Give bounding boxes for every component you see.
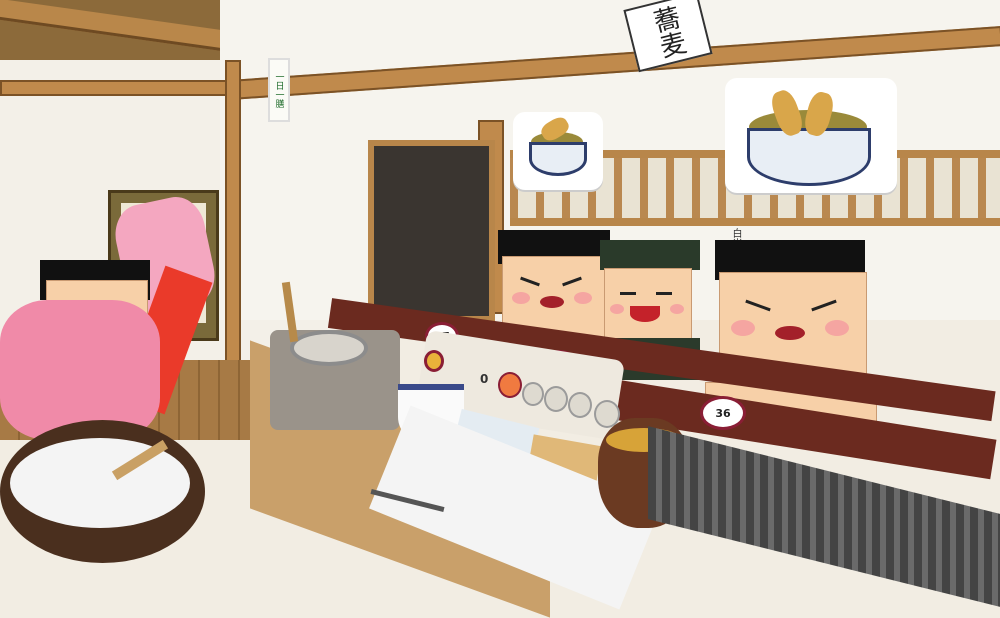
geisha-assistant: [0, 191, 221, 440]
corner-post: [225, 60, 241, 364]
wall-paper-sign: 一日一膳: [268, 58, 290, 122]
left-wall-beam: [0, 80, 229, 96]
frying-pan[interactable]: [290, 330, 368, 366]
order-slot: [522, 382, 544, 406]
back-doorway: [368, 140, 495, 322]
wall-sign-text: 一日一膳: [273, 72, 284, 108]
order-bubble-2: [725, 78, 897, 193]
soba-bowl-icon: [747, 128, 871, 186]
kimono: [0, 300, 160, 440]
hanging-sign-text: 蕎麦: [646, 3, 689, 61]
seat-number: 36: [715, 406, 731, 420]
customer-face-icon: [498, 372, 522, 398]
seat-number-badge: 36: [700, 396, 746, 430]
score-counter: 0: [480, 372, 489, 386]
coin-icon: [424, 350, 444, 372]
order-slot: [544, 386, 568, 412]
order-bubble-1: [513, 112, 603, 190]
rice-tub[interactable]: [0, 420, 205, 563]
order-slot: [568, 392, 592, 418]
soba-bowl-icon: [529, 142, 587, 176]
